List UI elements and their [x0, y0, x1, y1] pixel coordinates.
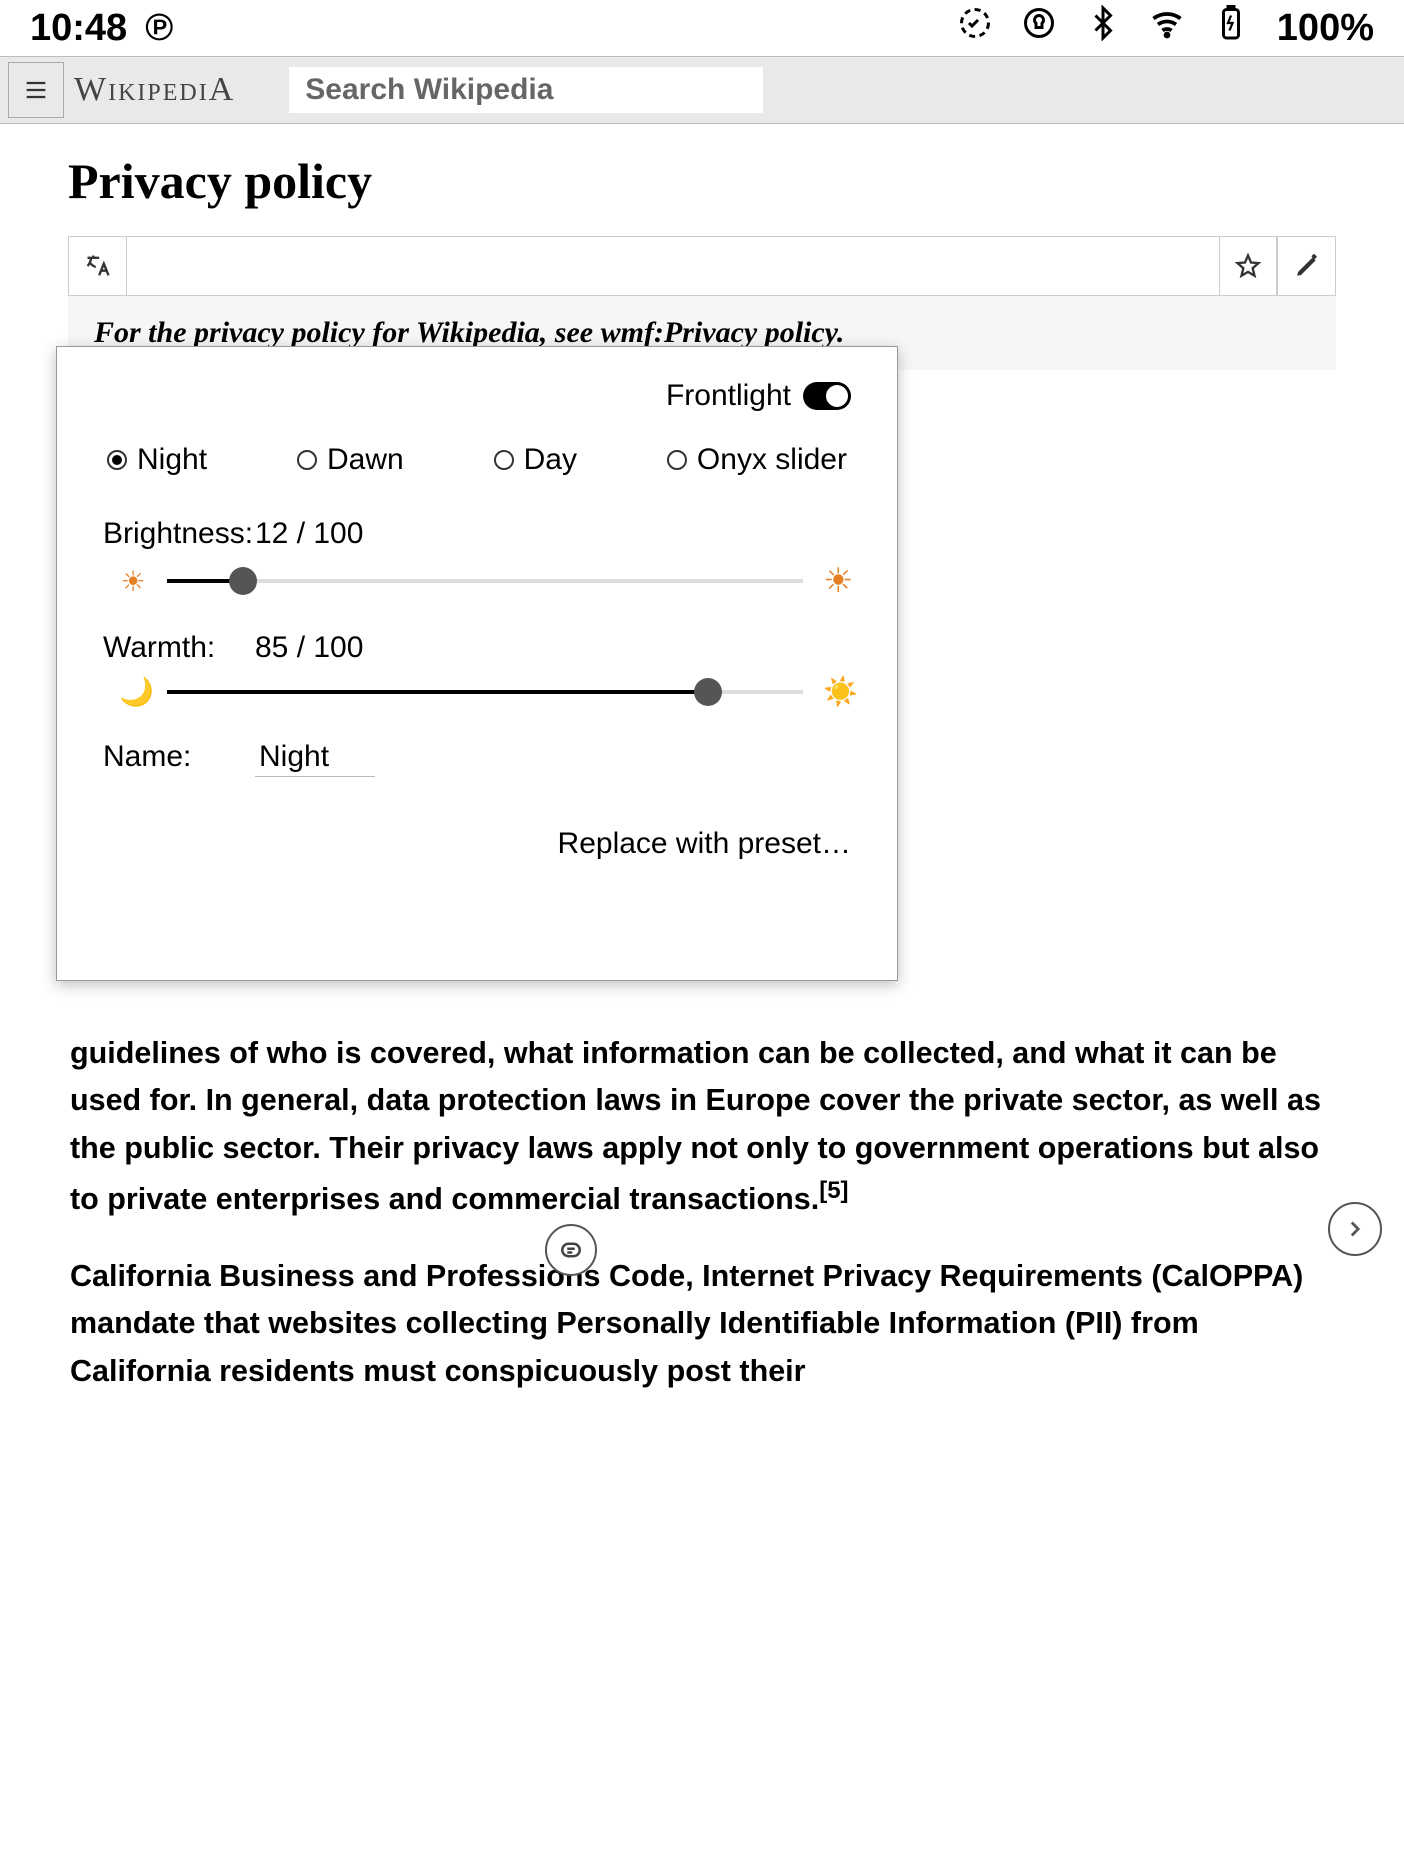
- wifi-icon: [1149, 5, 1185, 51]
- clock: 10:48: [30, 7, 127, 50]
- preset-radio-group: Night Dawn Day Onyx slider: [103, 443, 851, 517]
- status-bar: 10:48 ℗ 100%: [0, 0, 1404, 56]
- preset-day[interactable]: Day: [494, 443, 577, 477]
- sync-icon: [957, 5, 993, 51]
- name-label: Name:: [103, 740, 231, 774]
- article-body: guidelines of who is covered, what infor…: [68, 1030, 1336, 1395]
- bulb-icon: [1021, 5, 1057, 51]
- search-input[interactable]: Search Wikipedia: [289, 67, 763, 113]
- menu-button[interactable]: [8, 62, 64, 118]
- article-toolbar: [68, 236, 1336, 296]
- brightness-low-icon: ☀: [119, 565, 147, 598]
- preset-onyx-slider[interactable]: Onyx slider: [667, 443, 847, 477]
- brightness-label: Brightness:: [103, 517, 231, 551]
- warmth-label: Warmth:: [103, 631, 231, 665]
- watchlist-star-button[interactable]: [1219, 237, 1277, 295]
- warmth-cool-icon: 🌙: [119, 675, 147, 708]
- brightness-high-icon: ☀: [823, 561, 851, 601]
- battery-icon: [1213, 5, 1249, 51]
- app-header: WikipediA Search Wikipedia: [0, 56, 1404, 124]
- wikipedia-wordmark: WikipediA: [74, 71, 235, 109]
- next-fab[interactable]: [1328, 1202, 1382, 1256]
- warmth-warm-icon: ☀️: [823, 675, 851, 708]
- brightness-value: 12 / 100: [255, 517, 363, 551]
- floating-badge[interactable]: [545, 1224, 597, 1276]
- page-title: Privacy policy: [68, 152, 1336, 210]
- battery-percent: 100%: [1277, 7, 1374, 50]
- frontlight-toggle[interactable]: [803, 382, 851, 410]
- preset-name-input[interactable]: [255, 738, 375, 777]
- hatnote-link[interactable]: wmf:Privacy policy: [601, 316, 837, 349]
- search-placeholder: Search Wikipedia: [305, 73, 553, 107]
- preset-night[interactable]: Night: [107, 443, 207, 477]
- reference-5[interactable]: [5]: [819, 1177, 848, 1204]
- edit-pencil-button[interactable]: [1277, 237, 1335, 295]
- frontlight-label: Frontlight: [666, 379, 791, 413]
- preset-dawn[interactable]: Dawn: [297, 443, 404, 477]
- frontlight-modal: Frontlight Night Dawn Day Onyx slider Br…: [56, 346, 898, 981]
- bluetooth-icon: [1085, 5, 1121, 51]
- brightness-slider[interactable]: [167, 579, 803, 583]
- warmth-value: 85 / 100: [255, 631, 363, 665]
- warmth-slider[interactable]: [167, 690, 803, 694]
- language-button[interactable]: [69, 237, 127, 295]
- replace-with-preset-button[interactable]: Replace with preset…: [103, 787, 851, 861]
- p-icon: ℗: [145, 7, 173, 50]
